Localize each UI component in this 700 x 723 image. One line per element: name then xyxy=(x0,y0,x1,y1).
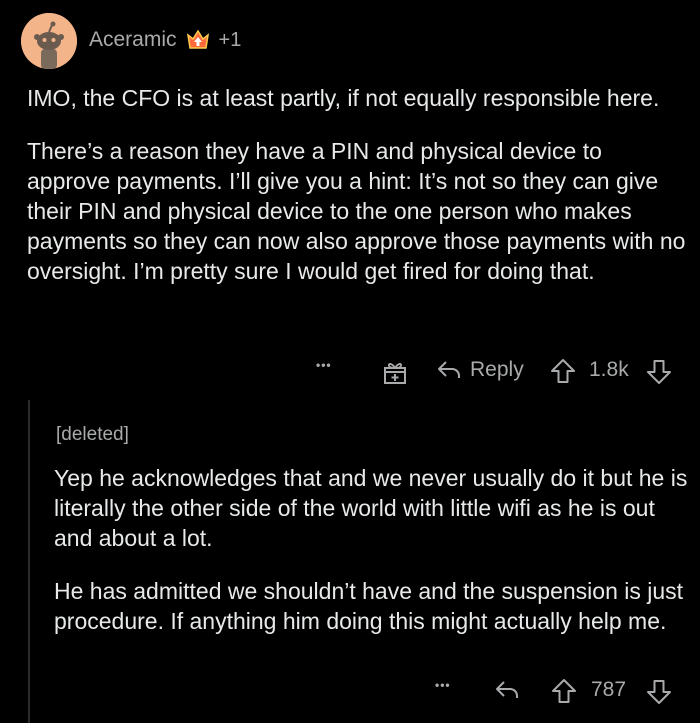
reply-arrow-icon xyxy=(438,361,460,378)
upvote-icon xyxy=(552,679,576,703)
award-icon[interactable] xyxy=(185,28,211,52)
comment-paragraph: There’s a reason they have a PIN and phy… xyxy=(27,138,686,284)
reply-downvote-button[interactable] xyxy=(646,679,672,705)
comment-paragraph: IMO, the CFO is at least partly, if not … xyxy=(27,85,660,111)
gift-award-button[interactable] xyxy=(382,359,408,385)
upvote-icon xyxy=(551,359,575,383)
downvote-icon xyxy=(647,360,671,384)
snoo-avatar-icon xyxy=(21,13,77,69)
reply-action-bar: ••• 787 xyxy=(0,676,700,708)
reply-vote-score: 787 xyxy=(591,678,627,701)
author-name[interactable]: Aceramic xyxy=(89,28,177,52)
reply-upvote-button[interactable] xyxy=(551,678,577,704)
reply-label: Reply xyxy=(470,358,524,381)
comment-body: IMO, the CFO is at least partly, if not … xyxy=(27,83,687,286)
gift-award-icon xyxy=(384,363,406,384)
reply-button[interactable]: Reply xyxy=(436,358,524,382)
comment-action-bar: ••• Reply 1.8k xyxy=(0,356,700,388)
reply-paragraph: Yep he acknowledges that and we never us… xyxy=(54,465,688,551)
downvote-icon xyxy=(647,680,671,704)
avatar[interactable] xyxy=(21,13,77,69)
downvote-button[interactable] xyxy=(646,359,672,385)
reply-reply-button[interactable] xyxy=(494,678,520,702)
award-count: +1 xyxy=(218,28,242,51)
vote-score: 1.8k xyxy=(589,358,629,381)
reply-author: [deleted] xyxy=(56,424,129,445)
upvote-button[interactable] xyxy=(550,358,576,384)
reply-more-options-button[interactable]: ••• xyxy=(435,678,451,692)
reply-body: Yep he acknowledges that and we never us… xyxy=(54,463,694,636)
comment-meta: Aceramic +1 xyxy=(89,28,241,52)
reply-arrow-icon xyxy=(496,681,518,698)
reply-paragraph: He has admitted we shouldn’t have and th… xyxy=(54,578,684,634)
more-options-button[interactable]: ••• xyxy=(316,358,332,372)
thread-line[interactable] xyxy=(28,400,30,723)
